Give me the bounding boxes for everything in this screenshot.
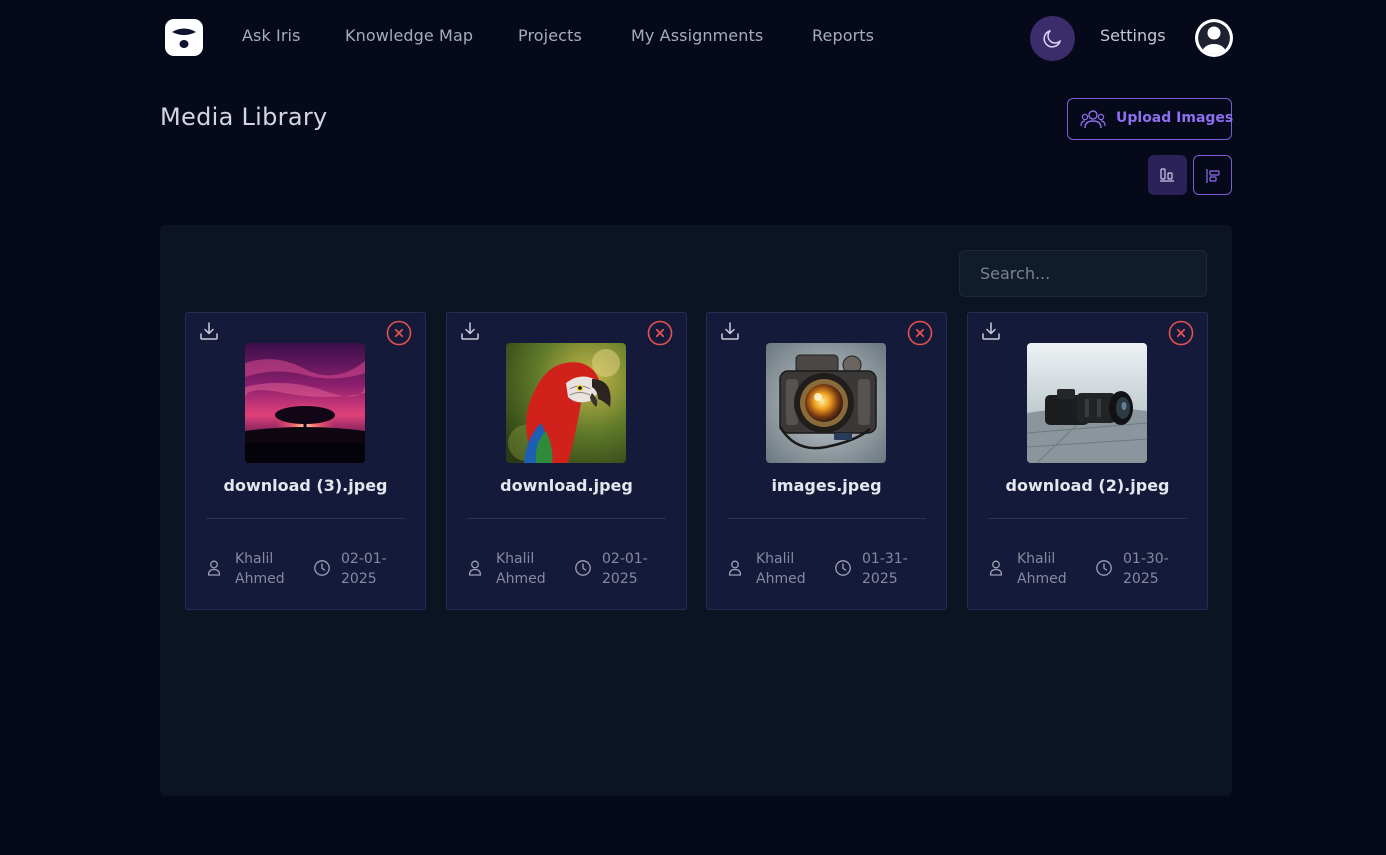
owner-last-name: Ahmed <box>235 571 285 587</box>
delete-icon[interactable] <box>1168 320 1194 346</box>
users-icon <box>1080 110 1106 129</box>
upload-date: 01-30- 2025 <box>1123 549 1193 589</box>
sunset-tree-image <box>245 343 365 463</box>
user-icon <box>989 560 1003 576</box>
card-divider <box>727 518 926 519</box>
nav-settings[interactable]: Settings <box>1100 26 1166 45</box>
upload-date-line1: 02-01- <box>341 551 387 567</box>
card-divider <box>988 518 1187 519</box>
media-card[interactable]: download (2).jpeg Khalil Ahmed 01-30- 20… <box>967 312 1208 610</box>
clock-icon <box>314 560 330 576</box>
delete-icon[interactable] <box>386 320 412 346</box>
image-thumbnail-sunset-tree[interactable] <box>245 343 365 463</box>
theme-toggle-button[interactable] <box>1030 16 1075 61</box>
upload-images-button[interactable]: Upload Images <box>1067 98 1234 140</box>
nav-my-assignments[interactable]: My Assignments <box>631 26 763 45</box>
owner-first-name: Khalil <box>756 551 795 567</box>
owner-first-name: Khalil <box>496 551 535 567</box>
page-title: Media Library <box>160 103 328 131</box>
nav-ask-iris[interactable]: Ask Iris <box>242 26 301 45</box>
nav-reports[interactable]: Reports <box>812 26 874 45</box>
download-icon[interactable] <box>980 320 1002 342</box>
dslr-camera-image <box>1027 343 1147 463</box>
list-view-icon <box>1206 169 1220 183</box>
delete-icon[interactable] <box>907 320 933 346</box>
owner-last-name: Ahmed <box>756 571 806 587</box>
file-name: images.jpeg <box>771 476 882 495</box>
nav-knowledge-map[interactable]: Knowledge Map <box>345 26 473 45</box>
file-owner: Khalil Ahmed <box>496 549 566 589</box>
media-card[interactable]: images.jpeg Khalil Ahmed 01-31- 2025 <box>706 312 947 610</box>
owner-first-name: Khalil <box>1017 551 1056 567</box>
clock-icon <box>1096 560 1112 576</box>
image-thumbnail-dslr-camera[interactable] <box>1027 343 1147 463</box>
file-owner: Khalil Ahmed <box>756 549 826 589</box>
grid-view-icon <box>1160 168 1174 182</box>
file-name: download (3).jpeg <box>223 476 388 495</box>
search-input[interactable] <box>959 250 1207 297</box>
image-thumbnail-vintage-camera[interactable] <box>766 343 886 463</box>
media-panel: download (3).jpeg Khalil Ahmed 02-01- 20… <box>160 225 1232 796</box>
upload-date: 01-31- 2025 <box>862 549 932 589</box>
upload-date-line1: 02-01- <box>602 551 648 567</box>
owner-first-name: Khalil <box>235 551 274 567</box>
upload-date: 02-01- 2025 <box>341 549 411 589</box>
user-avatar-icon <box>1195 19 1233 57</box>
logo-icon <box>172 28 196 48</box>
grid-view-button[interactable] <box>1148 155 1187 195</box>
user-icon <box>468 560 482 576</box>
upload-date-line2: 2025 <box>341 571 377 587</box>
moon-icon <box>1043 30 1061 48</box>
top-nav: Ask Iris Knowledge Map Projects My Assig… <box>0 0 1386 76</box>
clock-icon <box>835 560 851 576</box>
file-owner: Khalil Ahmed <box>235 549 305 589</box>
file-name: download.jpeg <box>500 476 633 495</box>
upload-date-line1: 01-30- <box>1123 551 1169 567</box>
media-card[interactable]: download.jpeg Khalil Ahmed 02-01- 2025 <box>446 312 687 610</box>
upload-images-label: Upload Images <box>1116 110 1234 126</box>
red-parrot-image <box>506 343 626 463</box>
logo[interactable] <box>165 19 203 56</box>
list-view-button[interactable] <box>1193 155 1232 195</box>
owner-last-name: Ahmed <box>496 571 546 587</box>
card-divider <box>206 518 405 519</box>
download-icon[interactable] <box>198 320 220 342</box>
vintage-camera-image <box>766 343 886 463</box>
download-icon[interactable] <box>719 320 741 342</box>
clock-icon <box>575 560 591 576</box>
upload-date-line2: 2025 <box>862 571 898 587</box>
image-thumbnail-red-parrot[interactable] <box>506 343 626 463</box>
delete-icon[interactable] <box>647 320 673 346</box>
upload-date-line2: 2025 <box>602 571 638 587</box>
user-icon <box>207 560 221 576</box>
file-name: download (2).jpeg <box>1005 476 1170 495</box>
upload-date-line1: 01-31- <box>862 551 908 567</box>
media-card[interactable]: download (3).jpeg Khalil Ahmed 02-01- 20… <box>185 312 426 610</box>
user-avatar[interactable] <box>1194 18 1234 58</box>
upload-date: 02-01- 2025 <box>602 549 672 589</box>
download-icon[interactable] <box>459 320 481 342</box>
owner-last-name: Ahmed <box>1017 571 1067 587</box>
nav-projects[interactable]: Projects <box>518 26 582 45</box>
card-divider <box>467 518 666 519</box>
user-icon <box>728 560 742 576</box>
file-owner: Khalil Ahmed <box>1017 549 1087 589</box>
upload-date-line2: 2025 <box>1123 571 1159 587</box>
